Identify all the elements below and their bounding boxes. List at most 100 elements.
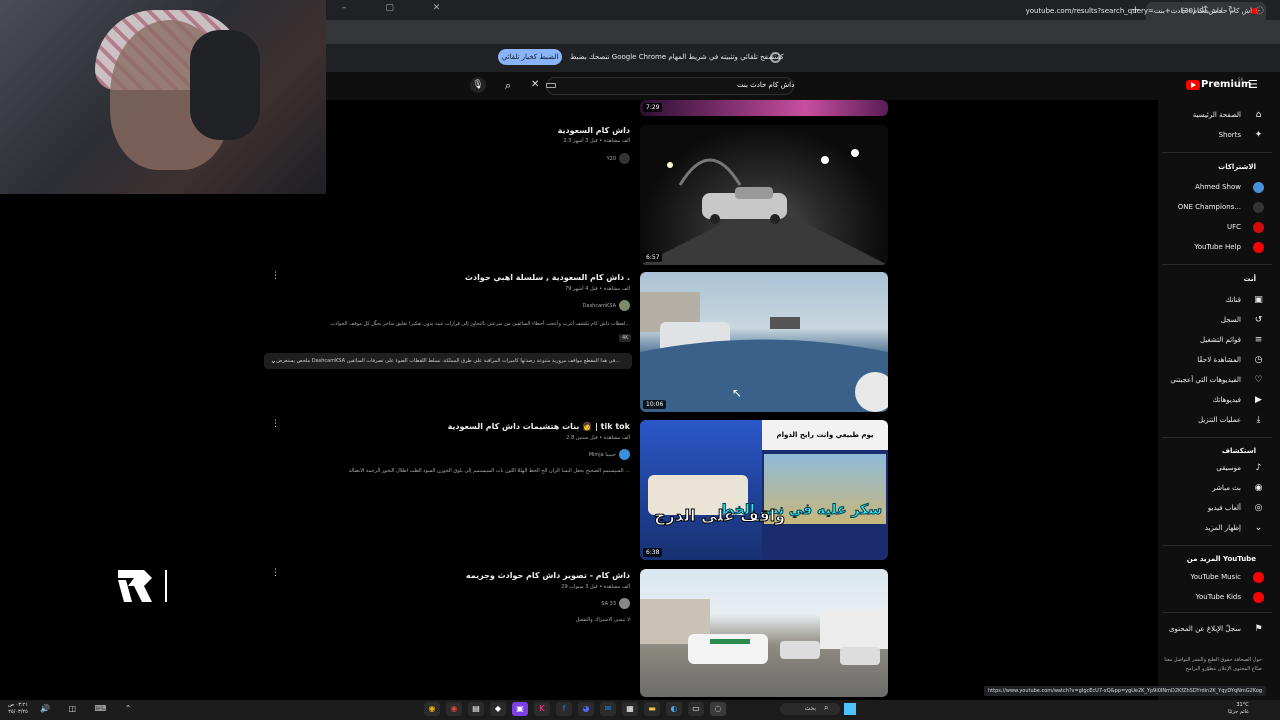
set-default-button[interactable]: الضبط كخيار تلقائي xyxy=(498,49,562,65)
channel-name[interactable]: SA 33 xyxy=(601,601,616,607)
taskbar-search[interactable]: بحث xyxy=(780,703,840,715)
thumbnail-image xyxy=(640,599,888,665)
channel-label: UFC xyxy=(1226,223,1241,231)
sidebar-item-history[interactable]: السجل ↺ xyxy=(1146,310,1264,330)
video-meta: 2.3 ألف مشاهدة • قبل 3 أشهر xyxy=(563,138,630,144)
channel-name[interactable]: DashcamKSA xyxy=(583,303,616,309)
chevron-down-icon[interactable]: ⌄ xyxy=(270,356,277,365)
sidebar-item-youtube-help[interactable]: YouTube Help xyxy=(1146,237,1264,257)
more-options-icon[interactable]: ⋮ xyxy=(271,271,280,281)
video-thumbnail[interactable]: 10:06 xyxy=(640,272,888,412)
search-icon[interactable]: ⌕ xyxy=(824,703,828,713)
sidebar-item-home[interactable]: الصفحة الرئيسية ⌂ xyxy=(1146,105,1264,125)
weather-widget[interactable]: 31°C غائم جزئيًا xyxy=(1228,702,1249,716)
video-thumbnail[interactable]: يوم طبيعي وانت رايح الدوام سكر عليه في ن… xyxy=(640,420,888,560)
system-tray-icons[interactable]: 🔊 ◫ ⌨ ⌃ xyxy=(40,704,139,713)
more-options-icon[interactable]: ⋮ xyxy=(271,568,280,578)
sidebar-item-your-videos[interactable]: فيديوهاتك ▶ xyxy=(1146,390,1264,410)
kick-app-icon[interactable]: K xyxy=(534,702,550,716)
more-options-icon[interactable]: ⋮ xyxy=(271,419,280,429)
channel-avatar[interactable] xyxy=(619,598,630,609)
terminal-app-icon[interactable]: ▤ xyxy=(468,702,484,716)
sidebar-item-gaming[interactable]: ألعاب فيديو ◎ xyxy=(1146,498,1264,518)
sidebar-item-label: سجلّ الإبلاغ عن المحتوى xyxy=(1169,625,1241,633)
divider xyxy=(1162,612,1272,613)
sidebar-item-label: الصفحة الرئيسية xyxy=(1192,111,1241,119)
channel-name[interactable]: Y20 xyxy=(607,156,616,162)
hamburger-menu-icon[interactable]: ☰ xyxy=(1248,78,1258,91)
video-title[interactable]: داش كام السعودية xyxy=(558,126,630,135)
channel-label: YouTube Help xyxy=(1194,243,1241,251)
sidebar-item-playlists[interactable]: قوائم التشغيل ≡ xyxy=(1146,330,1264,350)
sidebar-item-liked-videos[interactable]: الفيديوهات التي أعجبتني ♡ xyxy=(1146,370,1264,390)
microphone-icon[interactable]: 🎙 xyxy=(470,77,486,93)
video-title[interactable]: داش كام السعودية , سلسلة اهبي حوادث . xyxy=(465,273,630,282)
file-explorer-icon[interactable]: ▬ xyxy=(644,702,660,716)
chrome-red-app-icon[interactable]: ◉ xyxy=(446,702,462,716)
clear-search-icon[interactable]: ✕ xyxy=(531,79,539,90)
sidebar-item-watch-later[interactable]: المشاهدة لاحقًا ◷ xyxy=(1146,350,1264,370)
search-icon[interactable]: ⌕ xyxy=(505,79,511,93)
taskbar-clock[interactable]: ٠٣:٢١ ص ٢٥/٠٣/٢٥ xyxy=(8,702,28,716)
divider xyxy=(1162,152,1272,153)
video-title[interactable]: داش كام - تصوير داش كام حوادث وجريمه xyxy=(466,571,630,580)
notification-bar xyxy=(326,44,1280,72)
sidebar-item-label: إظهار المزيد xyxy=(1204,524,1241,532)
window-controls[interactable]: – ▢ ✕ xyxy=(342,3,458,13)
start-button-icon[interactable] xyxy=(844,703,856,715)
youtube-premium-label[interactable]: Premium xyxy=(1201,79,1251,90)
steam-app-icon[interactable]: ◆ xyxy=(490,702,506,716)
sidebar-item-ahmed-show[interactable]: Ahmed Show xyxy=(1146,177,1264,197)
store-app-icon[interactable]: ▦ xyxy=(622,702,638,716)
channel-label: ONE Champions... xyxy=(1177,203,1241,211)
search-query[interactable]: داش كام حادث بنت xyxy=(737,81,794,89)
you-header[interactable]: أنت xyxy=(1244,275,1256,283)
sidebar-item-report-history[interactable]: سجلّ الإبلاغ عن المحتوى ⚑ xyxy=(1146,619,1264,639)
chevron-down-icon: ⌄ xyxy=(1254,522,1263,533)
video-title[interactable]: بنات هتشيمات داش كام السعودية 👩 | tik to… xyxy=(448,422,630,431)
sidebar-item-downloads[interactable]: عمليات التنزيل ⤓ xyxy=(1146,410,1264,430)
sidebar-item-live[interactable]: بث مباشر ◉ xyxy=(1146,478,1264,498)
url-field[interactable]: youtube.com/results?search_query=داش+كام… xyxy=(1026,7,1222,15)
mouse-cursor-icon: ↖ xyxy=(732,386,743,400)
subscriptions-header[interactable]: الاشتراكات xyxy=(1218,163,1256,171)
twitch-app-icon[interactable]: ▣ xyxy=(512,702,528,716)
channel-avatar[interactable] xyxy=(619,153,630,164)
facebook-app-icon[interactable]: f xyxy=(556,702,572,716)
edge-app-icon[interactable]: ◐ xyxy=(666,702,682,716)
channel-name[interactable]: Mimja حبيبيا xyxy=(589,452,616,458)
music-icon: ♪ xyxy=(1255,462,1262,473)
sidebar-item-youtube-music[interactable]: YouTube Music xyxy=(1146,567,1264,587)
sidebar-item-show-more[interactable]: إظهار المزيد ⌄ xyxy=(1146,518,1264,538)
video-thumbnail[interactable] xyxy=(640,569,888,697)
sidebar-item-ufc[interactable]: UFC xyxy=(1146,217,1264,237)
widgets-icon[interactable]: ◌ xyxy=(710,702,726,716)
ai-summary-row[interactable]: ملخص يستعرض DashcamKSA في هذا المقطع موا… xyxy=(264,353,632,369)
address-bar-icons[interactable]: ⇵ ↻ ◌ xyxy=(1200,5,1272,16)
region-label: SA xyxy=(1238,77,1244,82)
sidebar-item-music[interactable]: موسيقى ♪ xyxy=(1146,458,1264,478)
sidebar-item-youtube-kids[interactable]: YouTube Kids xyxy=(1146,587,1264,607)
discord-app-icon[interactable]: ◕ xyxy=(578,702,594,716)
download-icon: ⤓ xyxy=(1256,414,1261,425)
video-thumbnail[interactable]: 6:57 xyxy=(640,125,888,265)
channel-avatar[interactable] xyxy=(619,449,630,460)
chrome-app-icon[interactable]: ◉ xyxy=(424,702,440,716)
video-thumbnail[interactable]: 7:29 xyxy=(640,100,888,116)
sidebar-footer-links[interactable]: حول الصحافة حقوق الطبع والنشر التواصل مع… xyxy=(1162,656,1262,674)
sidebar-item-your-channel[interactable]: قناتك ▣ xyxy=(1146,290,1264,310)
youtube-music-icon xyxy=(1253,571,1264,583)
keyboard-icon[interactable] xyxy=(546,83,556,88)
channel-avatar[interactable] xyxy=(619,300,630,311)
sidebar-item-one-championship[interactable]: ONE Champions... xyxy=(1146,197,1264,217)
outlook-app-icon[interactable]: ✉ xyxy=(600,702,616,716)
sidebar-item-shorts[interactable]: Shorts ✦ xyxy=(1146,125,1264,145)
notes-app-icon[interactable]: ▭ xyxy=(688,702,704,716)
playlists-icon: ≡ xyxy=(1254,334,1263,345)
youtube-logo-icon[interactable] xyxy=(1186,80,1200,90)
streamer-logo xyxy=(118,570,167,602)
channel-avatar xyxy=(1253,201,1264,213)
channel-label: Ahmed Show xyxy=(1195,183,1241,191)
sidebar-item-label: YouTube Music xyxy=(1190,573,1241,581)
sidebar-item-label: قناتك xyxy=(1225,296,1241,304)
